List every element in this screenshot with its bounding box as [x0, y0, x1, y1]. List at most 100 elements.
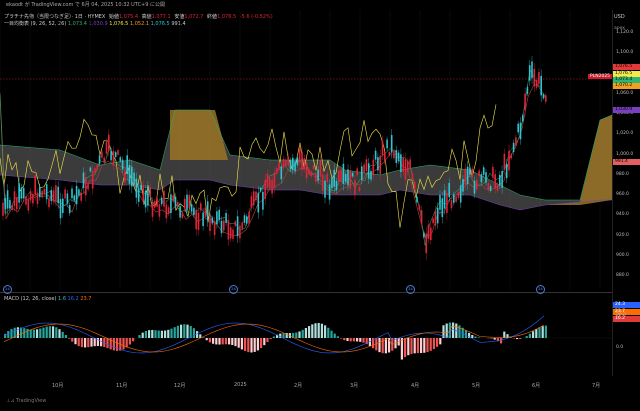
- candle-body: [386, 139, 388, 149]
- macd-histogram-bar: [141, 332, 144, 338]
- time-tick: 2025: [234, 382, 247, 388]
- candle-body: [149, 187, 151, 197]
- price-tick: 980.0: [616, 171, 629, 177]
- price-label: 991.4: [613, 159, 640, 165]
- candle-body: [22, 187, 25, 199]
- macd-histogram-bar: [154, 330, 157, 338]
- candle-body: [423, 232, 425, 238]
- macd-histogram-bar: [260, 338, 263, 349]
- candle-body: [142, 185, 145, 200]
- candle-body: [446, 192, 448, 213]
- candle-body: [298, 148, 301, 163]
- candle-body: [9, 200, 11, 209]
- candle-body: [64, 189, 66, 199]
- candle-body: [225, 213, 227, 223]
- candle-body: [257, 192, 260, 213]
- candle-body: [367, 163, 370, 179]
- candle-body: [340, 169, 342, 182]
- time-tick: 12月: [174, 383, 186, 389]
- candle-body: [489, 186, 492, 192]
- candle-body: [11, 205, 13, 210]
- macd-histogram-bar: [122, 338, 125, 350]
- price-chart[interactable]: [0, 10, 612, 290]
- candle-body: [59, 199, 62, 219]
- candle-body: [48, 198, 50, 208]
- candle-body: [522, 115, 524, 121]
- scale-mode[interactable]: apex: [614, 26, 625, 31]
- price-tick: 1,000.0: [616, 151, 634, 157]
- price-label: 1,076.5: [613, 64, 640, 70]
- price-tick: 1,020.0: [616, 131, 634, 137]
- macd-histogram-bar: [148, 330, 151, 338]
- macd-histogram-bar: [336, 336, 339, 338]
- candle-body: [248, 211, 250, 224]
- candle-body: [312, 165, 315, 170]
- candle-body: [542, 94, 545, 99]
- candle-body: [478, 170, 480, 177]
- candle-body: [264, 179, 266, 199]
- candle-body: [409, 159, 411, 169]
- candle-body: [246, 216, 248, 224]
- candle-body: [457, 192, 460, 198]
- candle-body: [418, 205, 421, 210]
- candle-body: [496, 184, 499, 191]
- time-axis[interactable]: 10月 11月 12月 2025 2月 3月 4月 5月 6月 7月: [0, 382, 612, 392]
- macd-histogram-bar: [26, 328, 29, 338]
- candle-body: [358, 187, 361, 191]
- currency-label[interactable]: USD: [614, 14, 625, 20]
- candle-body: [411, 173, 414, 180]
- event-flag-icon[interactable]: 24: [536, 285, 545, 294]
- event-flag-icon[interactable]: 24: [406, 285, 415, 294]
- candle-body: [266, 173, 269, 188]
- candle-body: [439, 195, 441, 210]
- macd-histogram-bar: [269, 338, 272, 340]
- candle-body: [66, 193, 69, 204]
- macd-histogram-bar: [516, 338, 519, 340]
- macd-histogram-bar: [77, 338, 80, 347]
- candle-body: [16, 197, 18, 210]
- macd-histogram-bar: [250, 338, 253, 353]
- event-flag-icon[interactable]: 24: [229, 285, 238, 294]
- candle-body: [119, 157, 122, 162]
- candle-body: [476, 179, 478, 190]
- macd-histogram-bar: [208, 338, 211, 343]
- macd-histogram-bar: [234, 338, 237, 347]
- price-axis[interactable]: 1,120.01,100.01,080.01,060.01,040.01,020…: [612, 10, 640, 376]
- macd-histogram-bar: [183, 324, 186, 338]
- candle-body: [349, 170, 352, 189]
- macd-histogram-bar: [404, 338, 407, 358]
- macd-histogram-bar: [106, 338, 109, 349]
- pane-divider[interactable]: [0, 292, 612, 293]
- candle-body: [163, 190, 165, 207]
- macd-histogram-bar: [295, 332, 298, 338]
- candle-body: [397, 152, 400, 162]
- candle-body: [80, 192, 82, 201]
- candle-body: [480, 174, 483, 183]
- candle-body: [78, 189, 80, 196]
- candle-body: [381, 140, 384, 156]
- candle-body: [515, 137, 517, 146]
- candle-body: [379, 155, 381, 175]
- candle-body: [287, 156, 289, 166]
- candle-body: [365, 159, 368, 172]
- candle-body: [338, 170, 340, 182]
- event-flag-icon[interactable]: 24: [3, 285, 12, 294]
- candle-body: [269, 177, 271, 188]
- macd-chart[interactable]: [0, 294, 612, 374]
- candle-body: [275, 168, 278, 174]
- macd-histogram-bar: [167, 329, 170, 338]
- candle-body: [96, 164, 99, 170]
- macd-histogram-bar: [474, 336, 477, 338]
- tradingview-logo[interactable]: ⊥⊿ TradingView: [6, 398, 46, 404]
- macd-histogram-bar: [384, 338, 387, 354]
- macd-histogram-bar: [93, 338, 96, 347]
- macd-histogram-bar: [100, 338, 103, 347]
- candle-body: [459, 185, 462, 203]
- candle-body: [6, 190, 9, 209]
- macd-histogram-bar: [240, 338, 243, 350]
- price-tick: 960.0: [616, 192, 629, 197]
- candle-body: [455, 196, 457, 202]
- macd-histogram-bar: [452, 322, 455, 338]
- macd-histogram-bar: [196, 331, 199, 338]
- macd-histogram-bar: [445, 323, 448, 338]
